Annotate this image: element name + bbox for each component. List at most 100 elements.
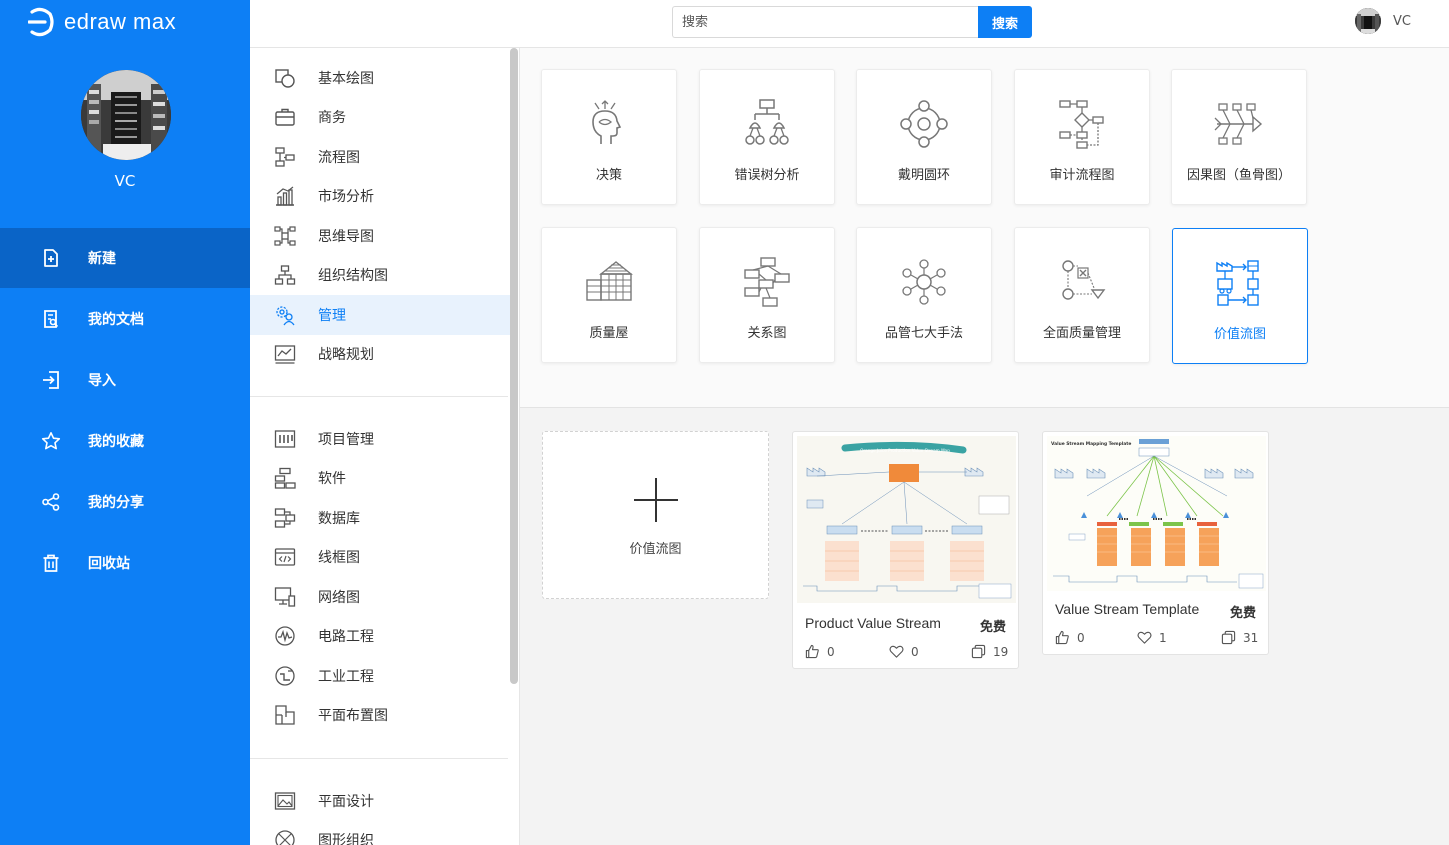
nav-item-shares[interactable]: 我的分享 [0,472,250,532]
management-gear-icon [274,304,296,326]
category-group-design: 平面设计 图形组织 [250,781,510,845]
tile-relation-diagram[interactable]: 关系图 [699,227,835,363]
thumb-title: Value Stream Mapping Template [1051,441,1131,447]
category-item-label: 图形组织 [318,833,374,845]
search-button[interactable]: 搜索 [978,6,1032,38]
user-menu[interactable]: VC [1355,8,1411,34]
house-of-quality-icon [586,261,633,301]
avatar [1355,8,1382,34]
documents-icon [40,308,62,330]
favorites-count: 1 [1159,630,1167,645]
share-icon [40,491,62,513]
trash-icon [40,552,62,574]
tile-label: 审计流程图 [1049,168,1115,183]
fault-tree-icon [745,99,789,145]
new-file-icon [40,247,62,269]
nav-item-import[interactable]: 导入 [0,350,250,410]
tile-fault-tree[interactable]: 错误树分析 [699,69,835,205]
avatar-photo-icon [81,70,171,160]
tqm-icon [1062,260,1106,300]
tile-label: 决策 [595,168,622,183]
heart-icon [1137,631,1152,644]
network-computer-icon [274,586,296,608]
import-icon [40,369,62,391]
tile-label: 因果图（鱼骨图） [1186,168,1291,183]
tile-label: 质量屋 [589,326,629,341]
category-item-label: 市场分析 [318,189,374,206]
category-item-flowchart[interactable]: 流程图 [250,137,510,177]
nav-item-trash[interactable]: 回收站 [0,533,250,593]
category-item-graphic-organizer[interactable]: 图形组织 [250,821,510,845]
copies-counter[interactable]: 19 [971,644,1008,659]
nav-item-label: 新建 [88,251,116,267]
category-scrollbar[interactable] [510,48,518,684]
category-item-graphic-design[interactable]: 平面设计 [250,781,510,821]
org-chart-icon [274,264,296,286]
avatar[interactable] [81,70,171,160]
category-item-market-analysis[interactable]: 市场分析 [250,177,510,217]
category-item-org-chart[interactable]: 组织结构图 [250,256,510,296]
category-item-project-management[interactable]: 项目管理 [250,419,510,459]
copy-icon [1221,630,1236,645]
nav-item-favorites[interactable]: 我的收藏 [0,411,250,471]
likes-counter[interactable]: 0 [805,644,835,659]
nav-item-my-documents[interactable]: 我的文档 [0,289,250,349]
nav-item-new[interactable]: 新建 [0,228,250,288]
plus-icon [633,478,678,522]
tile-audit-flowchart[interactable]: 审计流程图 [1014,69,1150,205]
category-item-network[interactable]: 网络图 [250,577,510,617]
category-item-wireframe[interactable]: 线框图 [250,538,510,578]
category-item-label: 基本绘图 [318,70,374,87]
decision-head-icon [592,100,622,144]
category-item-label: 思维导图 [318,228,374,245]
template-price: 免费 [1229,606,1256,621]
category-item-strategy[interactable]: 战略规划 [250,335,510,375]
category-item-label: 管理 [318,307,346,324]
tile-house-of-quality[interactable]: 质量屋 [541,227,677,363]
category-item-management[interactable]: 管理 [250,295,510,335]
app-root: edraw max VC 新建 我的文档 导入 我的收藏 我的分享 回收站 搜索… [0,0,1449,845]
likes-count: 0 [1077,630,1085,645]
tile-value-stream-map[interactable]: 价值流图 [1172,228,1308,364]
tile-total-quality-management[interactable]: 全面质量管理 [1014,227,1150,363]
thumb-title: Orange Juice Production Value Stream Map [860,448,950,453]
category-item-label: 平面设计 [318,793,374,810]
edraw-logo-icon [28,7,54,37]
deming-cycle-icon [900,100,948,148]
copies-counter[interactable]: 31 [1221,630,1258,645]
category-item-basic-drawing[interactable]: 基本绘图 [250,58,510,98]
favorites-counter[interactable]: 1 [1137,630,1167,645]
floor-plan-icon [274,704,296,726]
tile-fishbone[interactable]: 因果图（鱼骨图） [1171,69,1307,205]
template-card[interactable]: Orange Juice Production Value Stream Map [792,431,1019,669]
new-blank-card[interactable]: 价值流图 [542,431,769,599]
image-frame-icon [274,790,296,812]
category-item-floor-plan[interactable]: 平面布置图 [250,696,510,736]
tile-label: 错误树分析 [734,168,800,183]
category-item-label: 项目管理 [318,431,374,448]
thumbs-up-icon [1055,630,1069,645]
value-stream-thumbnail-icon: Orange Juice Production Value Stream Map [797,436,1016,603]
template-price: 免费 [979,620,1006,635]
category-item-mind-map[interactable]: 思维导图 [250,216,510,256]
tile-deming-cycle[interactable]: 戴明圆环 [856,69,992,205]
software-hierarchy-icon [274,467,296,489]
tile-label: 价值流图 [1213,327,1266,342]
template-name: Value Stream Template [1055,601,1200,617]
tile-seven-qc-tools[interactable]: 品管七大手法 [856,227,992,363]
template-card[interactable]: Value Stream Mapping Template Value Stre… [1042,431,1269,655]
search-input[interactable] [672,6,978,38]
category-item-label: 平面布置图 [318,708,388,725]
category-group-technical: 项目管理 软件 数据库 线框图 网络图 电路工程 工业工程 平面布置图 [250,419,510,735]
category-item-circuit[interactable]: 电路工程 [250,617,510,657]
category-item-industrial[interactable]: 工业工程 [250,656,510,696]
copy-icon [971,644,986,659]
category-item-label: 软件 [318,471,346,488]
category-item-software[interactable]: 软件 [250,459,510,499]
logo[interactable]: edraw max [28,6,176,38]
category-item-database[interactable]: 数据库 [250,498,510,538]
tile-decision[interactable]: 决策 [541,69,677,205]
favorites-counter[interactable]: 0 [889,644,919,659]
likes-counter[interactable]: 0 [1055,630,1085,645]
category-item-business[interactable]: 商务 [250,98,510,138]
